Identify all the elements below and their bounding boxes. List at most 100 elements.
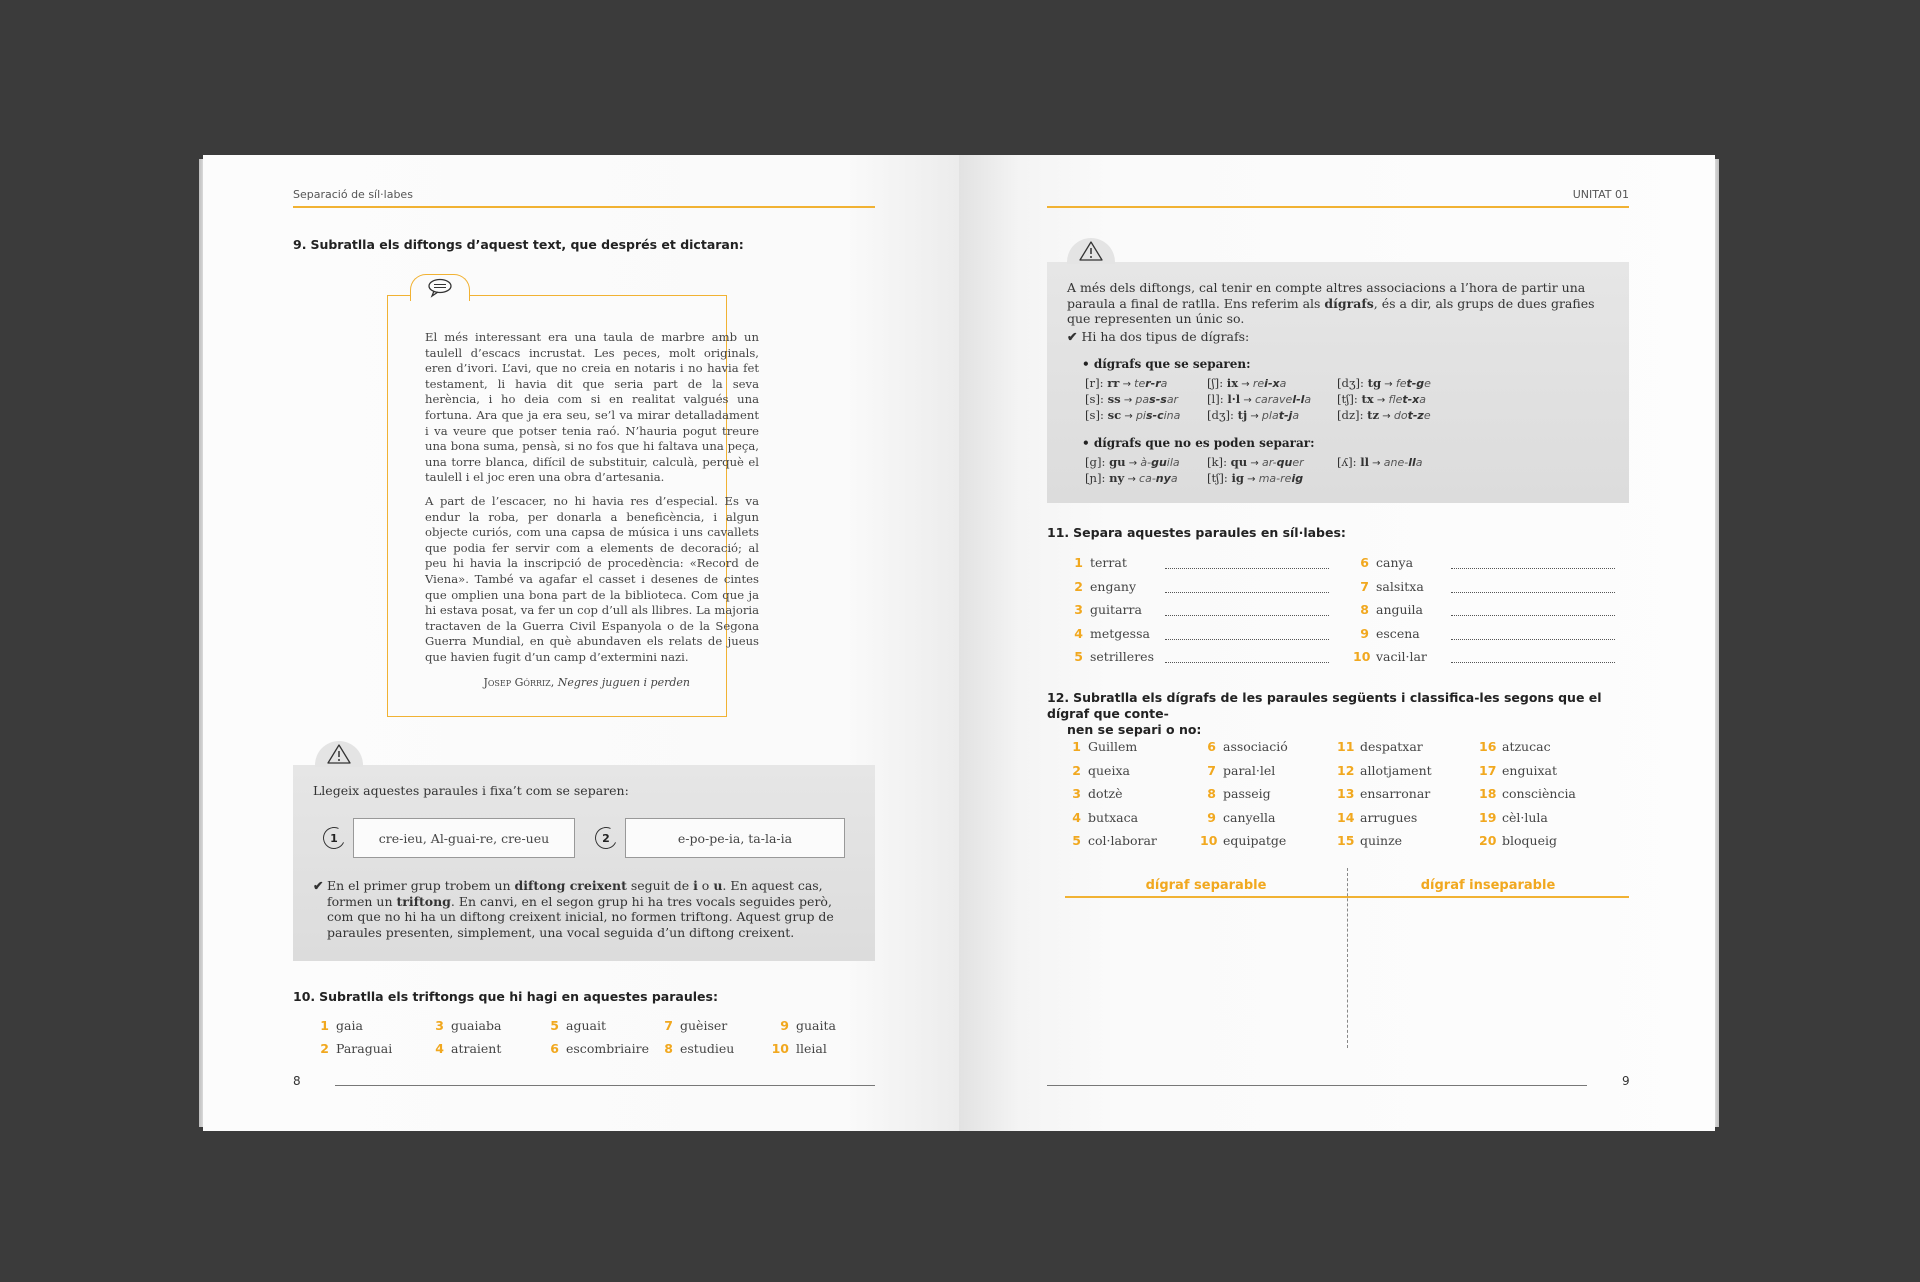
list-item: 19 cèl·lula — [1479, 810, 1548, 825]
item-word: engany — [1090, 578, 1137, 594]
digraph: ix — [1226, 376, 1239, 390]
list-item: 3 dotzè — [1065, 786, 1122, 801]
digraph: tj — [1237, 408, 1248, 422]
item-word: queixa — [1088, 762, 1130, 778]
digraph-example: [dʒ]: tj → plat-ja — [1207, 408, 1299, 422]
digraph-example: [tʃ]: ig → ma-reig — [1207, 471, 1303, 485]
citation: Josep Górriz, Negres juguen i perden — [483, 676, 690, 689]
list-item: 1 terrat — [1067, 555, 1127, 570]
list-item: 5 aguait — [550, 1018, 606, 1033]
item-word: consciència — [1502, 786, 1576, 801]
phoneme: [l]: — [1207, 392, 1228, 406]
item-number: 20 — [1479, 833, 1497, 848]
list-item: 13 ensarronar — [1337, 786, 1430, 801]
phoneme: [dʒ]: — [1337, 376, 1368, 390]
item-word: arrugues — [1360, 809, 1418, 825]
item-word: allotjament — [1360, 762, 1432, 778]
page-number: 8 — [293, 1074, 301, 1088]
exercise-10-title: 10. Subratlla els triftongs que hi hagi e… — [293, 989, 718, 1004]
exercise-9-title: 9. Subratlla els diftongs d’aquest text, … — [293, 237, 744, 252]
arrow-icon: → — [1243, 474, 1259, 485]
phoneme: [g]: — [1085, 455, 1110, 469]
item-number: 10 — [1353, 649, 1371, 664]
arrow-icon: → — [1247, 411, 1262, 422]
running-head: Separació de síl·labes — [293, 188, 413, 201]
digraph-example: [l]: l·l → caravel-la — [1207, 392, 1311, 406]
item-word: associació — [1223, 739, 1288, 754]
list-item: 2 engany — [1067, 579, 1136, 594]
answer-line[interactable] — [1165, 662, 1329, 663]
digraph-example: [r]: rr → ter-ra — [1085, 376, 1167, 390]
list-item: 4 metgessa — [1067, 626, 1150, 641]
word-group-2: 2 e-po-pe-ia, ta-la-ia — [591, 818, 845, 858]
list-item: 4 butxaca — [1065, 810, 1138, 825]
example-word: ma-reig — [1258, 472, 1304, 485]
separable-digraphs-heading: • dígrafs que se separen: — [1082, 357, 1251, 371]
item-number: 7 — [1207, 762, 1216, 778]
list-item: 6 associació — [1200, 739, 1288, 754]
item-word: ensarronar — [1360, 786, 1431, 801]
answer-line[interactable] — [1451, 662, 1615, 663]
note-box-digraphs: A més dels diftongs, cal tenir en compte… — [1047, 238, 1629, 503]
list-item: 7 guèiser — [664, 1018, 728, 1033]
item-number: 5 — [1072, 833, 1081, 848]
digraph-types-line: ✔ Hi ha dos tipus de dígrafs: — [1067, 329, 1250, 344]
list-item: 12 allotjament — [1337, 763, 1432, 778]
list-item: 9 escena — [1353, 626, 1419, 641]
answer-line[interactable] — [1165, 638, 1329, 640]
arrow-icon: → — [1247, 458, 1262, 469]
group-words: cre-ieu, Al-guai-re, cre-ueu — [353, 818, 575, 858]
item-number: 4 — [1074, 625, 1083, 641]
phoneme: [tʃ]: — [1337, 392, 1362, 406]
arrow-icon: → — [1238, 379, 1253, 390]
item-number: 8 — [1360, 602, 1369, 617]
list-item: 5 col·laborar — [1065, 833, 1157, 848]
digraph: qu — [1230, 455, 1248, 469]
note-box-triphthongs: Llegeix aquestes paraules i fixa’t com s… — [293, 741, 875, 961]
citation-work: Negres juguen i perden — [557, 676, 690, 689]
digraph-example: [g]: gu → à-guila — [1085, 455, 1180, 469]
item-number: 7 — [1360, 578, 1369, 594]
digraph: l·l — [1227, 392, 1241, 406]
item-number: 13 — [1337, 786, 1355, 801]
example-word: plat-ja — [1261, 409, 1300, 422]
footer-rule — [335, 1085, 875, 1086]
phoneme: [dʒ]: — [1207, 408, 1238, 422]
list-item: 1 Guillem — [1065, 739, 1137, 754]
right-page: UNITAT 01 A més dels diftongs, cal tenir… — [959, 155, 1715, 1131]
phoneme: [s]: — [1085, 392, 1108, 406]
list-item: 2 Paraguai — [320, 1041, 393, 1056]
example-word: rei-xa — [1252, 377, 1287, 390]
example-word: ane-lla — [1383, 456, 1423, 469]
arrow-icon: → — [1120, 395, 1136, 406]
list-item: 7 salsitxa — [1353, 579, 1424, 594]
answer-line[interactable] — [1451, 568, 1615, 569]
list-item: 16 atzucac — [1479, 739, 1551, 754]
item-word: Guillem — [1088, 739, 1138, 754]
reading-text-box: El més interessant era una taula de marb… — [387, 274, 759, 717]
example-word: flet-xa — [1388, 393, 1427, 406]
answer-line[interactable] — [1165, 568, 1329, 569]
item-number: 1 — [1074, 555, 1083, 570]
list-item: 8 anguila — [1353, 602, 1423, 617]
exercise-11-title: 11. Separa aquestes paraules en síl·labes… — [1047, 525, 1346, 540]
answer-line[interactable] — [1165, 615, 1329, 616]
item-number: 11 — [1337, 739, 1355, 754]
exercise-12-title: 12. Subratlla els dígrafs de les paraules… — [1047, 690, 1602, 737]
digraph: ll — [1360, 455, 1369, 469]
digraph-example: [s]: sc → pis-cina — [1085, 408, 1180, 422]
digraph: ig — [1231, 471, 1244, 485]
phoneme: [ʃ]: — [1207, 376, 1227, 390]
answer-line[interactable] — [1451, 591, 1615, 593]
digraph: sc — [1107, 408, 1122, 422]
item-number: 8 — [1207, 786, 1216, 801]
answer-line[interactable] — [1451, 638, 1615, 640]
list-item: 9 canyella — [1200, 810, 1275, 825]
reading-text: El més interessant era una taula de marb… — [425, 330, 759, 673]
answer-line[interactable] — [1165, 591, 1329, 593]
list-item: 2 queixa — [1065, 763, 1130, 778]
phoneme: [k]: — [1207, 455, 1231, 469]
answer-line[interactable] — [1451, 615, 1615, 616]
item-number: 14 — [1337, 809, 1355, 825]
checkmark-icon: ✔ — [1067, 329, 1078, 344]
